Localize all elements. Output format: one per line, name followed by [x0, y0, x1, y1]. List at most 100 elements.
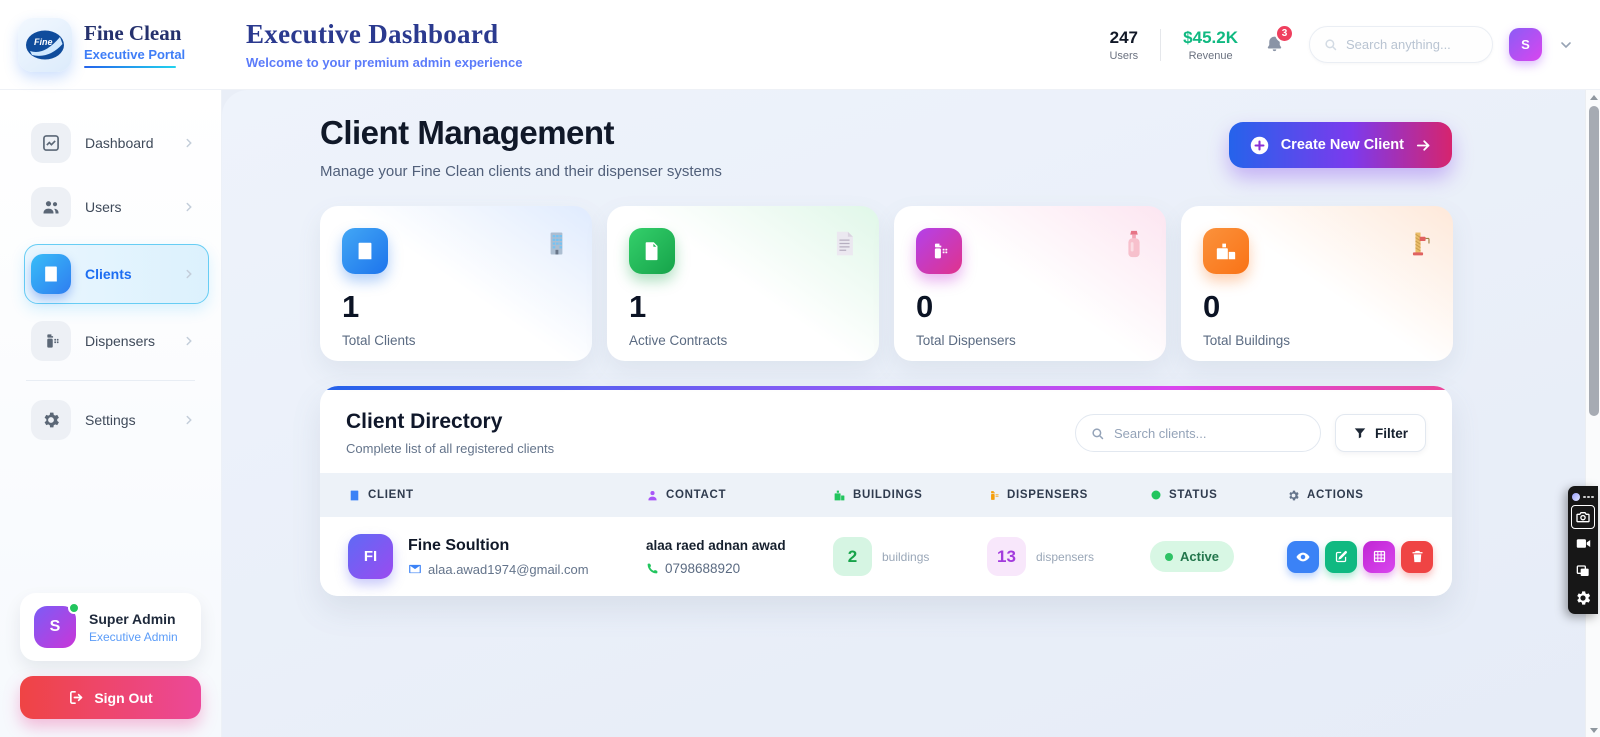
plus-circle-icon — [1250, 136, 1268, 154]
stat-divider — [1160, 28, 1162, 61]
delete-client-button[interactable] — [1401, 540, 1433, 573]
client-directory-card: Client Directory Complete list of all re… — [320, 386, 1452, 596]
copy-windows-button[interactable] — [1568, 557, 1598, 584]
revenue-stat-label: Revenue — [1188, 49, 1233, 62]
status-dot-icon — [1151, 490, 1161, 500]
brand-title: Fine Clean — [84, 20, 182, 45]
chevron-right-icon — [186, 336, 192, 346]
column-header-client: CLIENT — [348, 489, 646, 502]
gear-icon — [1577, 590, 1591, 605]
main-content: Client Management Manage your Fine Clean… — [222, 90, 1600, 737]
directory-title: Client Directory — [346, 410, 503, 433]
app-header: Fine Fine Clean Executive Portal Executi… — [0, 0, 1600, 90]
manage-buildings-button[interactable] — [1363, 540, 1395, 573]
sidebar: Dashboard Users Clients Dispensers Setti… — [0, 90, 222, 737]
view-client-button[interactable] — [1287, 540, 1319, 573]
scrollbar-thumb[interactable] — [1588, 106, 1599, 416]
notifications-button[interactable]: 3 — [1264, 24, 1294, 55]
page-title: Client Management — [320, 114, 615, 151]
copy-icon — [1576, 564, 1589, 576]
page-subtitle: Manage your Fine Clean clients and their… — [320, 163, 722, 180]
scrollbar-down-arrow[interactable] — [1586, 723, 1600, 737]
clients-search-input[interactable] — [1113, 425, 1306, 441]
brand-subtitle: Executive Portal — [84, 47, 186, 63]
sidebar-item-dashboard[interactable]: Dashboard — [24, 116, 209, 170]
brand-logo: Fine — [18, 17, 72, 72]
client-email: alaa.awad1974@gmail.com — [428, 561, 589, 577]
dispenser-icon — [31, 321, 71, 361]
edit-pencil-icon — [1335, 550, 1347, 563]
sidebar-user-card: S Super Admin Executive Admin — [20, 593, 201, 661]
person-icon — [648, 490, 657, 500]
gear-icon — [31, 400, 71, 440]
create-button-label: Create New Client — [1280, 137, 1404, 153]
building-icon — [350, 490, 359, 500]
filter-button[interactable]: Filter — [1334, 414, 1426, 452]
users-stat-label: Users — [1109, 49, 1139, 62]
revenue-stat: $45.2K Revenue — [1177, 28, 1244, 62]
building-icon — [342, 228, 388, 274]
sidebar-item-label: Dashboard — [85, 135, 154, 151]
create-new-client-button[interactable]: Create New Client — [1228, 122, 1452, 168]
envelope-icon — [409, 564, 421, 574]
user-name: Super Admin — [89, 610, 176, 627]
online-status-dot — [68, 602, 80, 614]
column-header-actions: ACTIONS — [1287, 489, 1452, 502]
stat-value: 1 — [629, 289, 647, 324]
screen-record-button[interactable] — [1568, 530, 1598, 557]
stat-value: 1 — [342, 289, 360, 324]
contact-phone: 0798688920 — [665, 560, 741, 576]
sidebar-item-settings[interactable]: Settings — [24, 393, 209, 447]
column-header-dispensers: DISPENSERS — [987, 489, 1150, 502]
stat-value: 0 — [916, 289, 934, 324]
search-icon — [1325, 39, 1337, 51]
screenshot-camera-button[interactable] — [1571, 505, 1595, 529]
sign-out-label: Sign Out — [94, 689, 153, 706]
sidebar-item-users[interactable]: Users — [24, 180, 209, 234]
chevron-right-icon — [186, 269, 192, 279]
crane-emoji — [1412, 232, 1430, 256]
stat-label: Total Dispensers — [916, 333, 1016, 348]
user-avatar-button[interactable]: S — [1509, 28, 1542, 61]
extension-toolbar-header[interactable] — [1568, 490, 1598, 504]
status-label: Active — [1180, 549, 1220, 564]
sidebar-item-label: Dispensers — [85, 333, 156, 349]
header-title-block: Executive Dashboard Welcome to your prem… — [222, 19, 522, 70]
scrollbar-up-arrow[interactable] — [1586, 90, 1600, 104]
sidebar-divider — [26, 380, 195, 381]
dispensers-unit-label: dispensers — [1036, 549, 1095, 564]
contact-name: alaa raed adnan awad — [646, 537, 786, 553]
sidebar-item-dispensers[interactable]: Dispensers — [24, 314, 209, 368]
clients-search — [1074, 414, 1321, 452]
client-avatar: FI — [348, 534, 393, 579]
sidebar-item-clients[interactable]: Clients — [24, 244, 209, 304]
global-search-input[interactable] — [1346, 37, 1479, 52]
user-role: Executive Admin — [89, 629, 178, 644]
edit-client-button[interactable] — [1325, 540, 1357, 573]
trash-icon — [1412, 550, 1422, 563]
chart-line-icon — [31, 123, 71, 163]
video-camera-icon — [1576, 539, 1590, 548]
phone-icon — [647, 563, 658, 573]
svg-text:Fine: Fine — [34, 37, 53, 47]
stat-label: Total Buildings — [1203, 333, 1291, 348]
filter-funnel-icon — [1354, 428, 1366, 439]
status-dot — [1165, 552, 1173, 561]
dispenser-icon — [991, 490, 999, 500]
extension-settings-button[interactable] — [1568, 584, 1598, 611]
extension-logo-icon — [1572, 493, 1581, 501]
sidebar-item-label: Clients — [85, 266, 132, 282]
global-search — [1309, 26, 1493, 63]
sign-out-button[interactable]: Sign Out — [20, 676, 201, 719]
chevron-right-icon — [186, 202, 192, 212]
fine-clean-logo-icon: Fine — [26, 30, 64, 59]
stat-label: Active Contracts — [629, 333, 728, 348]
arrow-right-icon — [1416, 139, 1430, 151]
camera-icon — [1576, 512, 1590, 523]
gear-icon — [1289, 490, 1299, 500]
chevron-right-icon — [186, 138, 192, 148]
chevron-down-icon[interactable] — [1558, 37, 1574, 53]
contract-icon — [629, 228, 675, 274]
dispensers-count-badge: 13 — [987, 537, 1026, 576]
grid-icon — [1373, 550, 1385, 563]
